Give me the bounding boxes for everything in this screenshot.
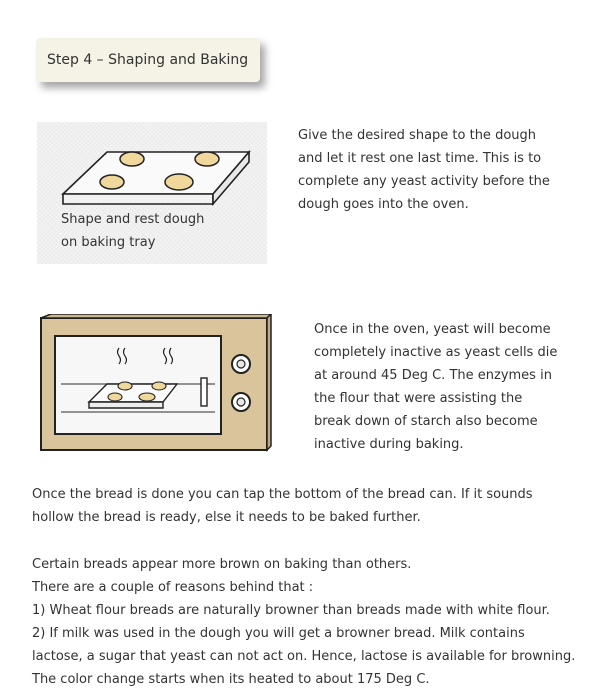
oven-knob-center [236, 397, 246, 407]
paragraph-line: Once the bread is done you can tap the b… [32, 487, 533, 502]
browning-paragraph: Certain breads appear more brown on baki… [32, 553, 575, 691]
dough-piece [119, 151, 145, 167]
paragraph-line: completely inactive as yeast cells die [314, 345, 558, 360]
oven-illustration [40, 314, 273, 452]
oven-top [40, 314, 273, 319]
tray-caption-line: on baking tray [61, 235, 156, 250]
intro-paragraph: Give the desired shape to the dough and … [298, 124, 550, 216]
dough-piece [107, 392, 123, 402]
step-title: Step 4 – Shaping and Baking [47, 52, 249, 68]
tray-front-edge [62, 193, 214, 205]
paragraph-line: complete any yeast activity before the [298, 174, 550, 189]
done-paragraph: Once the bread is done you can tap the b… [32, 483, 533, 529]
dough-piece [138, 392, 156, 402]
paragraph-line: There are a couple of reasons behind tha… [32, 580, 314, 595]
paragraph-line: 1) Wheat flour breads are naturally brow… [32, 603, 550, 618]
paragraph-line: and let it rest one last time. This is t… [298, 151, 542, 166]
paragraph-line: The color change starts when its heated … [32, 672, 430, 687]
step-title-box: Step 4 – Shaping and Baking [36, 38, 260, 82]
dough-piece [164, 173, 194, 191]
dough-piece [117, 381, 133, 391]
oven-door-handle [200, 377, 208, 407]
paragraph-line: Once in the oven, yeast will become [314, 322, 551, 337]
paragraph-line: Certain breads appear more brown on baki… [32, 557, 412, 572]
paragraph-line: at around 45 Deg C. The enzymes in [314, 368, 552, 383]
oven-knob-center [236, 359, 246, 369]
paragraph-line: the flour that were assisting the [314, 391, 523, 406]
oven-side [266, 314, 272, 452]
dough-piece [151, 381, 167, 391]
paragraph-line: hollow the bread is ready, else it needs… [32, 510, 421, 525]
tray-caption: Shape and rest dough on baking tray [61, 208, 204, 254]
dough-piece [194, 151, 220, 167]
paragraph-line: lactose, a sugar that yeast can not act … [32, 649, 576, 664]
paragraph-line: Give the desired shape to the dough [298, 128, 536, 143]
paragraph-line: dough goes into the oven. [298, 197, 469, 212]
paragraph-line: inactive during baking. [314, 437, 464, 452]
paragraph-line: break down of starch also become [314, 414, 538, 429]
oven-paragraph: Once in the oven, yeast will become comp… [314, 318, 557, 456]
paragraph-line: 2) If milk was used in the dough you wil… [32, 626, 525, 641]
oven-tray-edge [88, 401, 164, 409]
dough-piece [99, 174, 125, 190]
tray-caption-line: Shape and rest dough [61, 212, 205, 227]
